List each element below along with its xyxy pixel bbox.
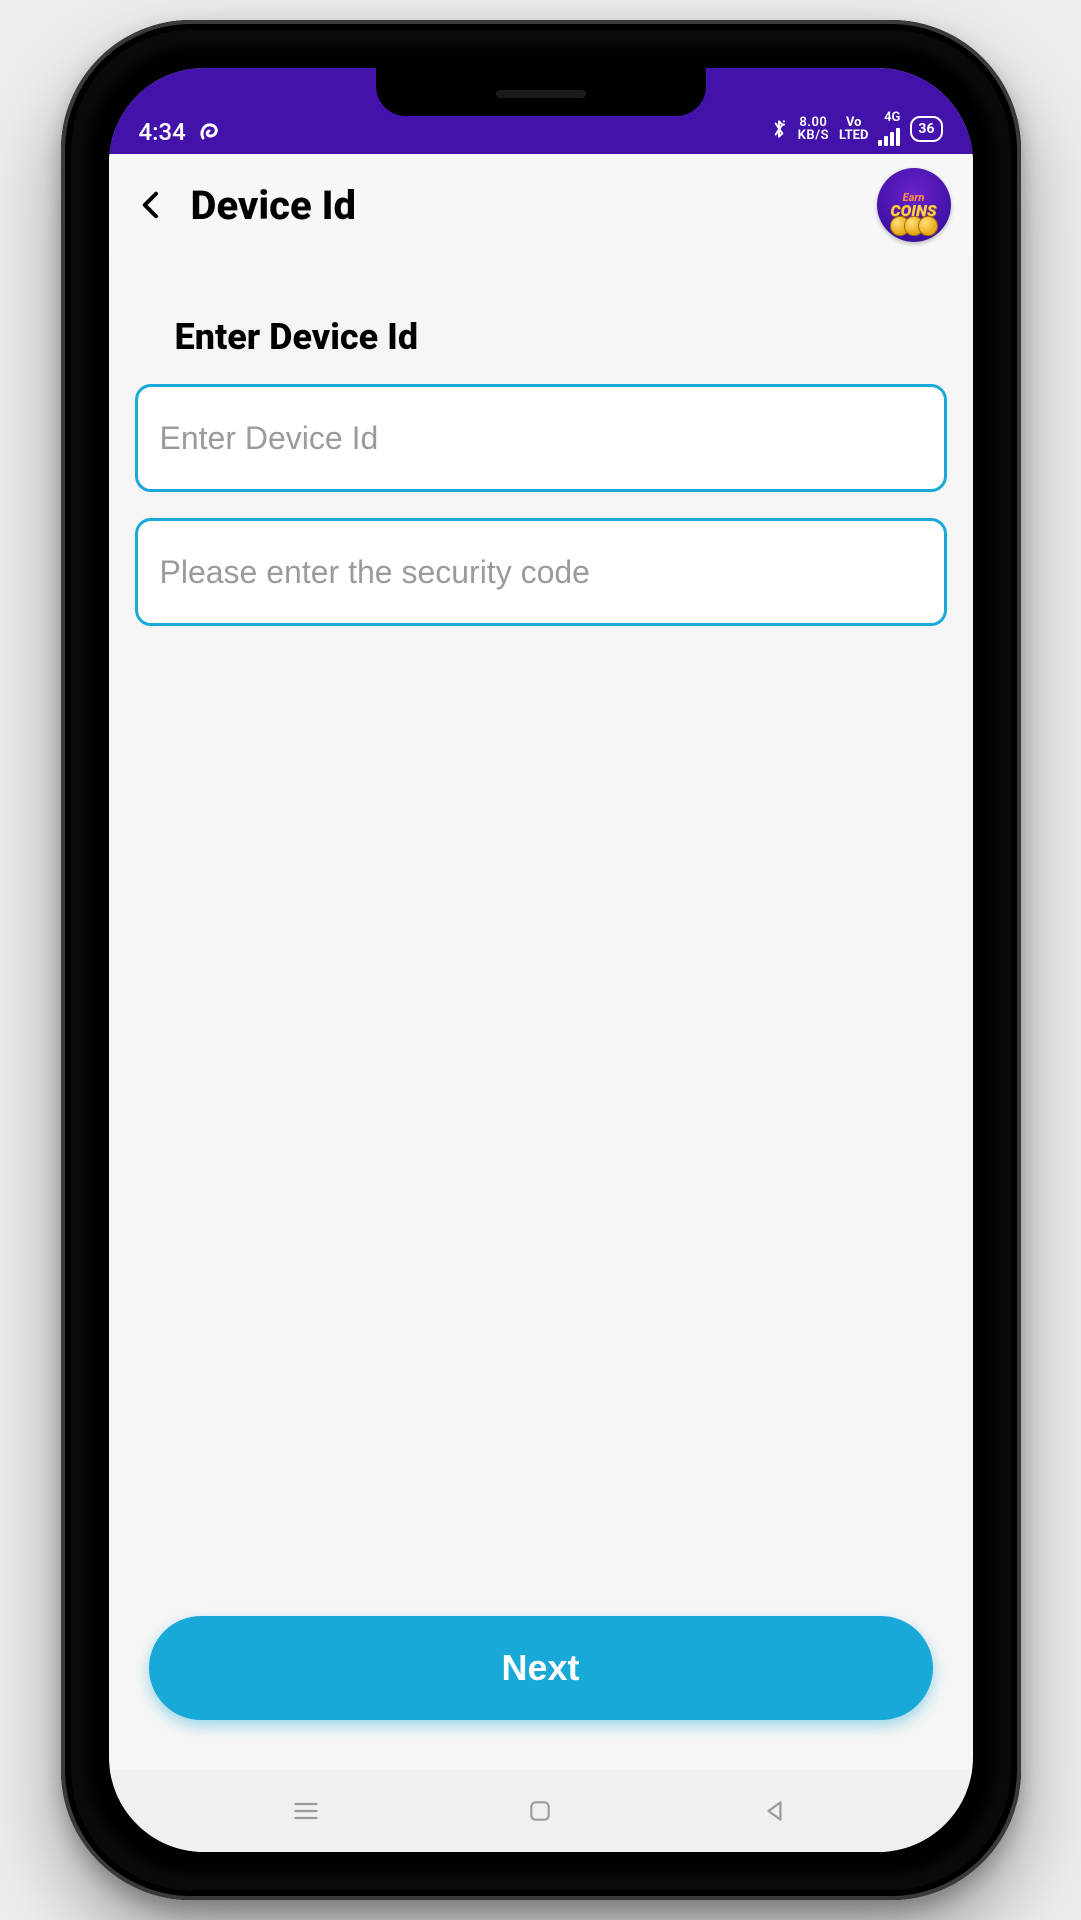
- status-signal: 4G: [878, 111, 900, 146]
- battery-indicator: 36: [910, 116, 942, 142]
- signal-bars-icon: [878, 126, 900, 146]
- android-nav-bar: [109, 1770, 973, 1852]
- form-heading: Enter Device Id: [175, 316, 941, 358]
- phone-frame-outer: 4:34: [61, 20, 1021, 1900]
- android-home-button[interactable]: [520, 1791, 560, 1831]
- bottom-action-area: Next: [109, 1616, 973, 1770]
- phone-screen: 4:34: [109, 68, 973, 1852]
- chevron-left-icon: [136, 188, 166, 222]
- back-triangle-icon: [762, 1798, 788, 1824]
- phone-frame-inner: 4:34: [81, 40, 1001, 1880]
- kbs-bottom: KB/S: [798, 129, 829, 142]
- status-time: 4:34: [139, 118, 186, 146]
- content-spacer: [109, 951, 973, 1616]
- back-button[interactable]: [123, 177, 179, 233]
- bluetooth-icon: [770, 118, 788, 140]
- page-title: Device Id: [191, 182, 357, 229]
- status-network-speed: 8.00 KB/S: [798, 116, 829, 142]
- status-left: 4:34: [139, 118, 222, 146]
- security-code-input[interactable]: [135, 518, 947, 626]
- recents-icon: [292, 1797, 320, 1825]
- phone-notch: [376, 68, 706, 116]
- status-right: 8.00 KB/S Vo LTED 4G: [770, 111, 943, 146]
- status-4g-label: 4G: [884, 111, 900, 124]
- coins-icon: [890, 216, 938, 236]
- swirl-icon: [198, 120, 222, 144]
- earn-coins-badge[interactable]: Earn COINS: [877, 168, 951, 242]
- android-back-button[interactable]: [755, 1791, 795, 1831]
- form-content: Enter Device Id: [109, 256, 973, 951]
- app-header: Device Id Earn COINS: [109, 154, 973, 256]
- lte-bottom: LTED: [839, 129, 868, 142]
- lte-top: Vo: [839, 116, 868, 129]
- notch-speaker: [496, 90, 586, 98]
- battery-percent: 36: [918, 121, 934, 137]
- next-button[interactable]: Next: [149, 1616, 933, 1720]
- android-recents-button[interactable]: [286, 1791, 326, 1831]
- kbs-top: 8.00: [798, 116, 829, 129]
- status-volte: Vo LTED: [839, 116, 868, 142]
- device-id-input[interactable]: [135, 384, 947, 492]
- home-icon: [527, 1798, 553, 1824]
